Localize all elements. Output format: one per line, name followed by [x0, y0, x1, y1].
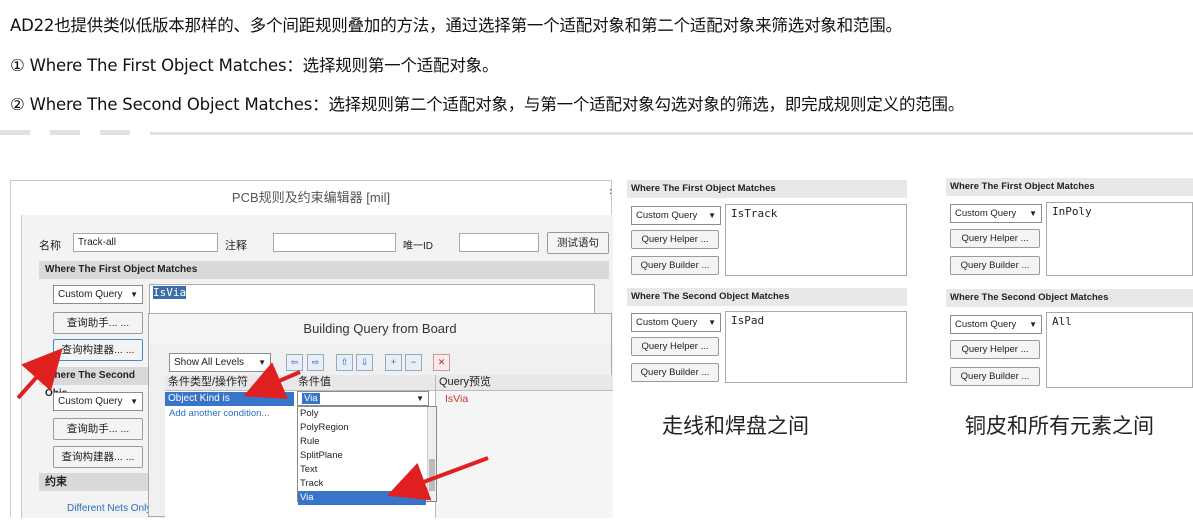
intro-line-3: ② Where The Second Object Matches：选择规则第二… — [10, 95, 965, 114]
second-query-builder-button[interactable]: Query Builder ... — [950, 367, 1040, 386]
unique-id-input[interactable] — [459, 233, 539, 252]
name-input[interactable]: Track-all — [73, 233, 218, 252]
second-combo[interactable]: Custom Query ▼ — [631, 313, 721, 332]
test-query-button[interactable]: 测试语句 — [547, 232, 609, 254]
first-object-section: Where The First Object Matches — [39, 261, 609, 279]
arrow-icon — [387, 456, 489, 501]
query-builder-button[interactable]: Query Builder ... — [950, 256, 1040, 275]
decorative-separator — [0, 126, 1193, 140]
arrow-icon — [16, 348, 63, 400]
first-query-combo-value: Custom Query — [58, 289, 123, 300]
chevron-down-icon: ▼ — [130, 290, 138, 299]
first-query-editor[interactable]: InPoly — [1046, 202, 1193, 276]
query-helper-button[interactable]: Query Helper ... — [950, 229, 1040, 248]
chevron-down-icon: ▼ — [708, 211, 716, 220]
example-panel-1: Where The First Object Matches Custom Qu… — [627, 180, 907, 390]
caption-track-pad: 走线和焊盘之间 — [662, 414, 809, 438]
chevron-down-icon: ▼ — [708, 318, 716, 327]
second-combo[interactable]: Custom Query ▼ — [950, 315, 1042, 334]
second-combo-value: Custom Query — [955, 319, 1017, 330]
intro-line-2: ① Where The First Object Matches：选择规则第一个… — [10, 56, 499, 75]
second-query-helper-button[interactable]: Query Helper ... — [950, 340, 1040, 359]
unique-id-label: 唯一ID — [403, 241, 433, 252]
first-head: Where The First Object Matches — [627, 180, 907, 198]
first-combo-value: Custom Query — [636, 210, 698, 221]
name-label: 名称 — [39, 240, 61, 252]
example-panel-2: Where The First Object Matches Custom Qu… — [946, 178, 1193, 392]
first-query-combo[interactable]: Custom Query ▼ — [53, 285, 143, 304]
second-query-builder-button[interactable]: Query Builder ... — [631, 363, 719, 382]
caption-poly-all: 铜皮和所有元素之间 — [965, 414, 1154, 438]
second-query-helper-button[interactable]: Query Helper ... — [631, 337, 719, 356]
query-builder-button[interactable]: Query Builder ... — [631, 256, 719, 275]
second-combo-value: Custom Query — [636, 317, 698, 328]
first-query-editor[interactable]: IsTrack — [725, 204, 907, 276]
comment-input[interactable] — [273, 233, 396, 252]
first-combo-value: Custom Query — [955, 208, 1017, 219]
second-head: Where The Second Object Matches — [627, 288, 907, 306]
annotation-arrows — [16, 348, 489, 501]
second-head: Where The Second Object Matches — [946, 289, 1193, 307]
chevron-down-icon: ▼ — [1029, 209, 1037, 218]
chevron-down-icon: ▼ — [1029, 320, 1037, 329]
first-combo[interactable]: Custom Query ▼ — [631, 206, 721, 225]
first-query-text: IsVia — [153, 286, 187, 299]
query-helper-button[interactable]: Query Helper ... — [631, 230, 719, 249]
first-head: Where The First Object Matches — [946, 178, 1193, 196]
second-query-editor[interactable]: IsPad — [725, 311, 907, 383]
comment-label: 注释 — [225, 240, 247, 252]
window-title: PCB规则及约束编辑器 [mil] — [11, 181, 611, 215]
arrow-icon — [243, 362, 301, 399]
first-combo[interactable]: Custom Query ▼ — [950, 204, 1042, 223]
intro-line-1: AD22也提供类似低版本那样的、多个间距规则叠加的方法，通过选择第一个适配对象和… — [10, 16, 902, 35]
second-query-editor[interactable]: All — [1046, 312, 1193, 388]
window-edge-marker: : — [609, 186, 613, 197]
